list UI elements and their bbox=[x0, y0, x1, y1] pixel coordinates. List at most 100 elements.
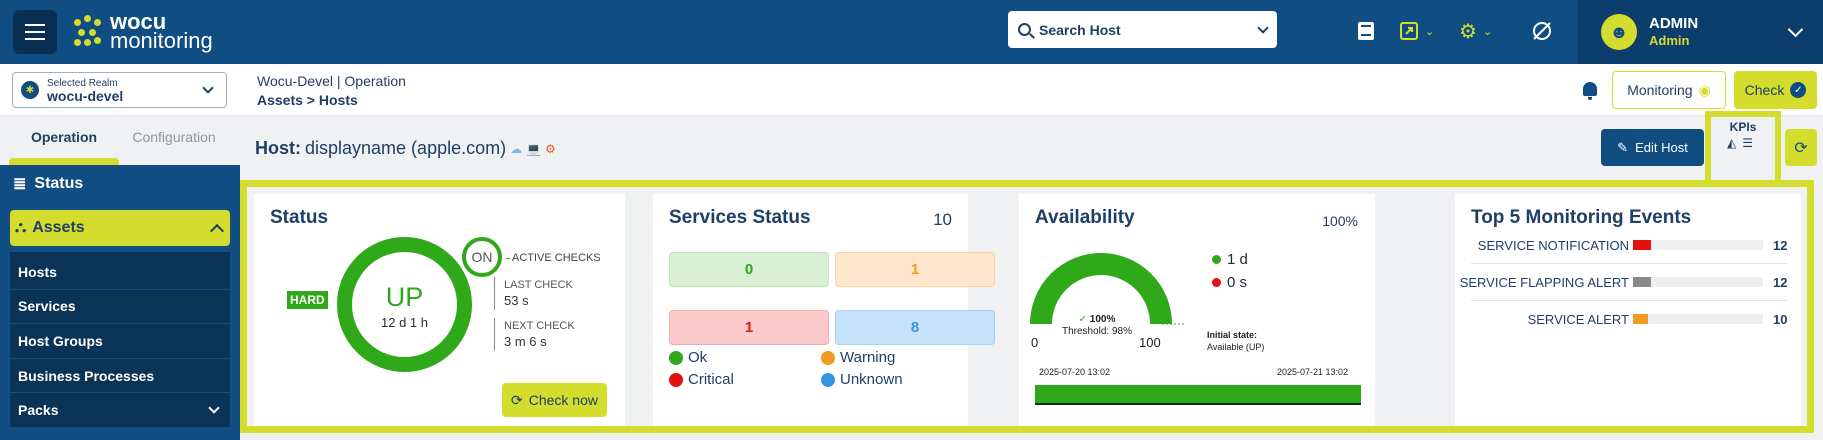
menu-toggle-button[interactable] bbox=[13, 10, 57, 54]
book-icon[interactable] bbox=[1357, 20, 1375, 42]
refresh-button[interactable]: ⟳ bbox=[1785, 129, 1817, 166]
sub-bar: ✱ Selected Realm wocu-devel Wocu-Devel |… bbox=[0, 64, 1823, 116]
event-bar-fill bbox=[1633, 240, 1651, 250]
event-row[interactable]: SERVICE ALERT 10 bbox=[1455, 302, 1801, 336]
top-events-card: Top 5 Monitoring Events SERVICE NOTIFICA… bbox=[1455, 194, 1801, 426]
chart-icon[interactable]: ◭ bbox=[1727, 136, 1742, 150]
services-status-title: Services Status bbox=[669, 207, 811, 228]
legend-up: 1 d bbox=[1212, 251, 1248, 268]
refresh-icon: ⟳ bbox=[1794, 139, 1808, 157]
top-bar: wocu monitoring Search Host ⌄ ⚙ ⌄ ☻ ADMI… bbox=[0, 0, 1823, 64]
edit-host-button[interactable]: ✎ Edit Host bbox=[1601, 129, 1704, 166]
sidebar-item-host-groups[interactable]: Host Groups bbox=[10, 324, 230, 359]
list-icon[interactable]: ☰ bbox=[1742, 136, 1759, 150]
legend-warning: Warning bbox=[821, 349, 895, 366]
event-bar bbox=[1633, 277, 1763, 287]
breadcrumb-context[interactable]: Wocu-Devel | Operation bbox=[257, 72, 406, 91]
sidebar-item-hosts[interactable]: Hosts bbox=[10, 255, 230, 290]
event-row[interactable]: SERVICE NOTIFICATION 12 bbox=[1455, 228, 1801, 262]
monitoring-button[interactable]: Monitoring ◉ bbox=[1612, 71, 1726, 109]
kpis-toggle[interactable]: KPIs ◭☰ bbox=[1705, 111, 1781, 181]
down-dot-icon bbox=[1212, 278, 1221, 287]
host-state: UP bbox=[385, 282, 424, 312]
event-bar bbox=[1633, 314, 1763, 324]
sidebar-item-label: Packs bbox=[18, 402, 59, 419]
logo-text-line2: monitoring bbox=[110, 28, 213, 53]
check-circle-icon: ✓ bbox=[1790, 82, 1807, 98]
sidebar-item-services[interactable]: Services bbox=[10, 290, 230, 325]
refresh-icon: ⟳ bbox=[511, 391, 523, 408]
chevron-up-icon bbox=[209, 223, 225, 239]
initial-state-label: Initial state: bbox=[1207, 330, 1258, 340]
timeline-end: 2025-07-21 13:02 bbox=[1277, 367, 1349, 377]
ok-dot-icon bbox=[669, 350, 683, 365]
legend-down: 0 s bbox=[1212, 274, 1247, 291]
search-host-select[interactable]: Search Host bbox=[1008, 11, 1277, 48]
unknown-count-box[interactable]: 8 bbox=[835, 310, 995, 345]
sidebar-item-packs[interactable]: Packs bbox=[10, 393, 230, 428]
breadcrumb: Wocu-Devel | Operation Assets > Hosts bbox=[257, 72, 406, 110]
legend-label: Unknown bbox=[840, 371, 903, 388]
chevron-down-icon bbox=[1787, 21, 1804, 37]
availability-card: Availability 100% ✓ 100% Threshold: 98% … bbox=[1019, 194, 1375, 426]
event-count: 12 bbox=[1773, 237, 1788, 253]
monitoring-label: Monitoring bbox=[1627, 82, 1693, 98]
divider bbox=[1471, 300, 1787, 301]
computer-icon: 💻 bbox=[526, 141, 542, 156]
host-prefix: Host: bbox=[255, 138, 301, 158]
event-count: 12 bbox=[1773, 274, 1788, 290]
divider bbox=[1471, 263, 1787, 264]
external-link-menu[interactable]: ⌄ bbox=[1399, 20, 1434, 42]
event-name: SERVICE NOTIFICATION bbox=[1477, 237, 1629, 253]
pack-icon: ⚙ bbox=[545, 141, 556, 156]
availability-timeline[interactable] bbox=[1035, 385, 1361, 405]
avatar: ☻ bbox=[1601, 14, 1637, 50]
legend-label: Ok bbox=[688, 349, 708, 366]
host-name: displayname (apple.com) bbox=[305, 138, 507, 158]
bell-icon[interactable] bbox=[1583, 82, 1597, 100]
unknown-dot-icon bbox=[821, 372, 835, 387]
satellite-off-icon[interactable] bbox=[1530, 20, 1554, 42]
last-check-label: LAST CHECK bbox=[504, 279, 573, 291]
sidebar-item-assets[interactable]: ⛬ Assets bbox=[10, 210, 230, 246]
search-icon bbox=[1018, 23, 1031, 36]
chevron-down-icon: ⌄ bbox=[1482, 25, 1493, 38]
active-checks-label: ACTIVE CHECKS bbox=[506, 252, 601, 264]
settings-menu[interactable]: ⚙ ⌄ bbox=[1459, 20, 1493, 43]
legend-label: Critical bbox=[688, 371, 734, 388]
check-now-label: Check now bbox=[528, 392, 598, 408]
critical-count-box[interactable]: 1 bbox=[669, 310, 829, 345]
chevron-down-icon: ⌄ bbox=[1425, 25, 1435, 38]
sidebar-item-status[interactable]: ≣ Status bbox=[0, 165, 240, 202]
sidebar-item-label: Status bbox=[34, 174, 84, 192]
eye-icon: ◉ bbox=[1698, 81, 1711, 98]
active-tab-indicator bbox=[9, 158, 119, 165]
event-bar bbox=[1633, 240, 1763, 250]
gauge-threshold: Threshold: 98% bbox=[1061, 326, 1133, 337]
check-now-button[interactable]: ⟳ Check now bbox=[502, 383, 607, 417]
event-row[interactable]: SERVICE FLAPPING ALERT 12 bbox=[1455, 265, 1801, 299]
list-icon: ≣ bbox=[13, 175, 27, 193]
availability-title: Availability bbox=[1035, 207, 1135, 228]
event-name: SERVICE FLAPPING ALERT bbox=[1459, 274, 1629, 290]
host-state-ring: UP 12 d 1 h bbox=[337, 237, 472, 372]
realm-select[interactable]: ✱ Selected Realm wocu-devel bbox=[12, 72, 227, 108]
breadcrumb-path[interactable]: Assets > Hosts bbox=[257, 91, 406, 110]
active-checks-toggle[interactable]: ON bbox=[462, 237, 502, 277]
ok-count-box[interactable]: 0 bbox=[669, 252, 829, 287]
gauge-center: ✓ 100% Threshold: 98% bbox=[1057, 314, 1137, 338]
sidebar-item-business-processes[interactable]: Business Processes bbox=[10, 359, 230, 394]
user-menu[interactable]: ☻ ADMIN Admin bbox=[1578, 0, 1823, 64]
event-name: SERVICE ALERT bbox=[1527, 311, 1629, 327]
app-logo[interactable]: wocu monitoring bbox=[72, 11, 213, 53]
state-type-badge: HARD bbox=[287, 291, 328, 309]
warning-count-box[interactable]: 1 bbox=[835, 252, 995, 287]
check-button[interactable]: Check ✓ bbox=[1734, 71, 1817, 109]
event-count: 10 bbox=[1773, 311, 1788, 327]
last-check-value: 53 s bbox=[504, 293, 529, 308]
tab-configuration[interactable]: Configuration bbox=[119, 116, 229, 165]
chevron-down-icon bbox=[1257, 21, 1269, 34]
legend-unknown: Unknown bbox=[821, 371, 903, 388]
realm-icon: ✱ bbox=[21, 81, 39, 99]
check-label: Check bbox=[1744, 82, 1785, 98]
